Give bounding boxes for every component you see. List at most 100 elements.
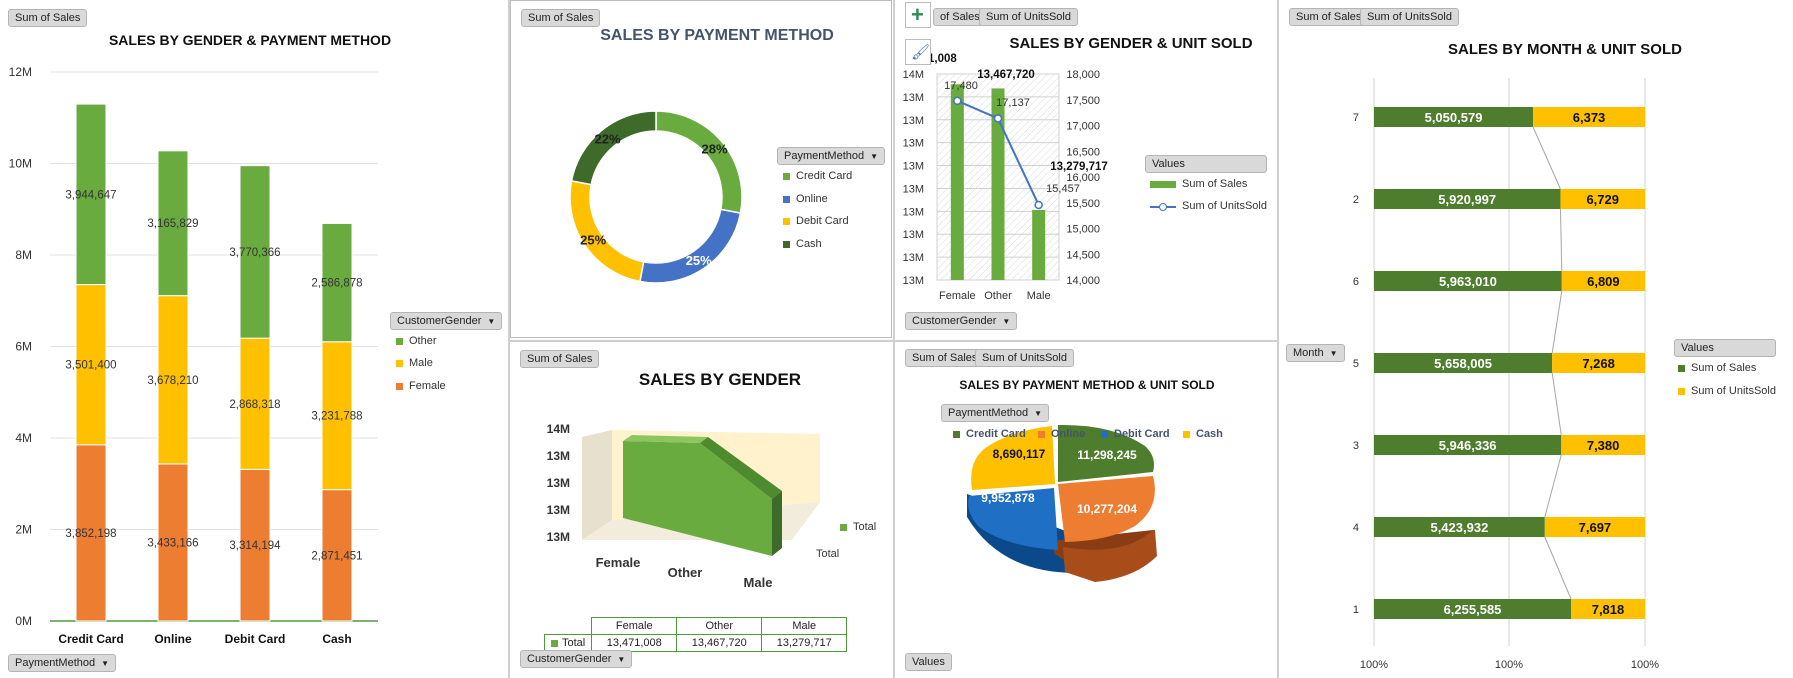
values-field-button[interactable]: Values	[905, 653, 952, 671]
payment-method-filter-label: PaymentMethod	[15, 657, 96, 669]
data-label: 5,946,336	[1439, 438, 1497, 453]
y-tick-label: 13M	[903, 92, 924, 104]
series-connector	[1551, 290, 1563, 354]
chart-sales-payment-method: Sum of Sales SALES BY PAYMENT METHOD 28% 2…	[510, 0, 892, 338]
y-tick-label: 5	[1353, 358, 1359, 370]
legend-debit-card: Debit Card	[783, 215, 849, 227]
customer-gender-filter-label: CustomerGender	[527, 653, 612, 665]
y-tick-label: 13M	[903, 229, 924, 241]
donut-slice	[655, 110, 743, 214]
chart-sales-gender-payment: Sum of Sales SALES BY GENDER & PAYMENT M…	[0, 0, 508, 678]
data-label: 6,255,585	[1444, 602, 1502, 617]
legend-swatch	[396, 337, 403, 345]
data-label: 13,467,720	[977, 69, 1035, 81]
line-marker-icon	[1150, 202, 1176, 211]
payment-method-filter[interactable]: PaymentMethod ▼	[777, 147, 886, 165]
x-tick-label: Other	[984, 290, 1012, 302]
x-tick-label: 100%	[1495, 659, 1523, 671]
y-tick-label: 4M	[15, 431, 32, 445]
y-tick-label: 6M	[15, 340, 32, 354]
data-label: 3,770,366	[229, 247, 280, 259]
legend-label: Online	[1051, 428, 1086, 440]
data-label: 3,231,788	[311, 411, 362, 423]
values-legend-header: Values	[1145, 155, 1267, 173]
x-tick-label: Online	[154, 632, 192, 646]
data-label: 6,809	[1587, 274, 1620, 289]
pie-3d-chart: SALES BY PAYMENT METHOD & UNIT SOLD 11,29…	[959, 378, 1215, 582]
y-tick-label: 12M	[9, 65, 32, 79]
x-tick-label: Credit Card	[58, 632, 123, 646]
y-tick-label: 13M	[547, 449, 570, 463]
line-marker	[1034, 200, 1043, 210]
month-filter[interactable]: Month ▼	[1286, 344, 1345, 362]
chart-title: SALES BY PAYMENT METHOD & UNIT SOLD	[959, 378, 1214, 392]
x-tick-label: Female	[596, 555, 641, 570]
sum-of-units-field-button[interactable]: Sum of UnitsSold	[979, 8, 1078, 26]
y2-tick-label: 15,000	[1066, 224, 1100, 236]
line-marker	[953, 96, 962, 106]
y2-tick-label: 14,500	[1066, 249, 1100, 261]
customer-gender-filter[interactable]: CustomerGender ▼	[390, 312, 503, 330]
data-label: 22%	[595, 131, 621, 146]
donut-slice	[639, 208, 742, 284]
y-tick-label: 13M	[547, 530, 570, 544]
customer-gender-filter[interactable]: CustomerGender ▼	[905, 312, 1018, 330]
y-tick-label: 2M	[15, 523, 32, 537]
y-tick-label: 13M	[903, 252, 924, 264]
data-label: 13,279,717	[1050, 161, 1108, 173]
data-label: 5,963,010	[1439, 274, 1497, 289]
payment-method-filter-label: PaymentMethod	[784, 150, 865, 162]
data-label: 3,501,400	[65, 360, 116, 372]
customer-gender-filter[interactable]: CustomerGender ▼	[520, 650, 633, 668]
data-label: 7,380	[1587, 438, 1620, 453]
payment-method-filter[interactable]: PaymentMethod ▼	[941, 404, 1050, 422]
data-label: 2,586,878	[311, 278, 362, 290]
legend-label: Cash	[1196, 428, 1223, 440]
legend-label: Sum of Sales	[1182, 178, 1248, 190]
legend-sum-of-units: Sum of UnitsSold	[1678, 385, 1776, 397]
legend-swatch	[1150, 180, 1176, 188]
legend-label: Credit Card	[796, 170, 853, 182]
line-marker	[993, 114, 1003, 123]
legend-online: Online	[783, 193, 828, 205]
chart-sales-month-units: Sum of Sales Sum of UnitsSold SALES BY M…	[1280, 0, 1793, 678]
data-label: 9,952,878	[981, 491, 1035, 505]
y-tick-label: 13M	[547, 503, 570, 517]
legend-total: Total	[840, 521, 876, 533]
donut-slice	[570, 110, 657, 186]
data-label: 11,298,245	[1077, 448, 1137, 462]
customer-gender-filter-label: CustomerGender	[397, 315, 482, 327]
add-chart-element-button[interactable]: +	[905, 2, 931, 28]
separator	[1277, 0, 1279, 678]
legend-sum-of-sales: Sum of Sales	[1678, 362, 1756, 374]
chart-styles-button[interactable]: 🖌	[905, 39, 931, 65]
legend-male: Male	[396, 357, 433, 369]
data-label: 2,871,451	[311, 550, 362, 562]
y-tick-label: 13M	[903, 183, 924, 195]
data-label: 3,678,210	[147, 375, 198, 387]
data-label: 6,729	[1586, 192, 1619, 207]
table-header: Male	[761, 617, 848, 635]
legend-label: Total	[853, 521, 877, 533]
table-header: Other	[676, 617, 763, 635]
data-label: 3,165,829	[147, 218, 198, 230]
legend-swatch	[1101, 430, 1108, 438]
values-legend-header: Values	[1674, 339, 1776, 357]
y-tick-label: 13M	[903, 138, 924, 150]
table-row-label: Total	[543, 634, 593, 652]
chart-sales-gender-units: SALES BY GENDER & UNIT SOLD 14M 13M 13M 13M 1…	[895, 0, 1277, 338]
data-label: 25%	[580, 233, 606, 248]
legend-swatch	[783, 240, 790, 248]
legend-label: Male	[409, 357, 433, 369]
series-connector	[1544, 454, 1562, 518]
series-connector	[1551, 372, 1562, 436]
data-label: 3,433,166	[147, 537, 198, 549]
legend-swatch	[783, 172, 790, 180]
series-connector	[1544, 536, 1572, 600]
data-label: 7,818	[1592, 602, 1625, 617]
x-tick-label: Male	[1027, 290, 1051, 302]
payment-method-filter[interactable]: PaymentMethod ▼	[8, 654, 117, 672]
data-label: 17,480	[944, 80, 978, 92]
legend-swatch	[396, 382, 403, 390]
data-label: 7,697	[1579, 520, 1612, 535]
